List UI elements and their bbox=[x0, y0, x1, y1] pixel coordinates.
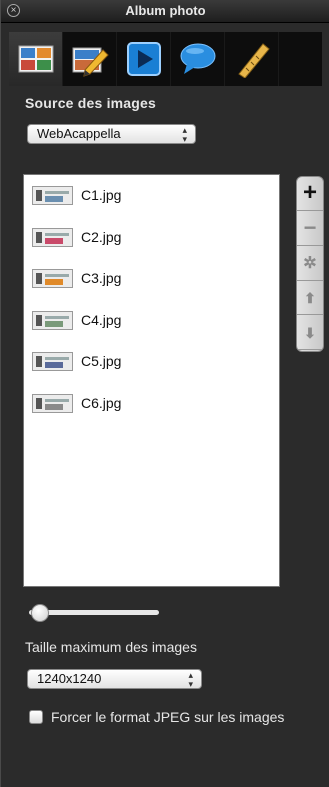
gear-icon[interactable]: ✲ bbox=[297, 247, 323, 281]
list-item[interactable]: C2.jpg bbox=[32, 227, 262, 248]
image-filename: C4.jpg bbox=[81, 311, 122, 328]
jpeg-option[interactable]: Forcer le format JPEG sur les images bbox=[29, 709, 329, 727]
image-thumbnail bbox=[32, 227, 73, 247]
size-select[interactable]: 1240x1240 ▴ ▾ bbox=[27, 669, 202, 689]
tab-images[interactable] bbox=[9, 32, 63, 86]
edit-pencil-icon bbox=[72, 47, 109, 77]
image-filename: C3.jpg bbox=[81, 270, 122, 286]
image-filename: C6.jpg bbox=[81, 394, 122, 411]
image-list[interactable]: C1.jpg C2.jpg C3.jpg C4.jpg C5.jpg C6.jpg bbox=[23, 174, 280, 587]
image-thumbnail bbox=[32, 310, 73, 330]
tab-comments[interactable] bbox=[171, 32, 225, 86]
image-thumbnail bbox=[32, 269, 73, 288]
list-item[interactable]: C4.jpg bbox=[32, 310, 262, 331]
source-select[interactable]: WebAcappella ▴ ▾ bbox=[27, 124, 196, 144]
title-bar[interactable]: × Album photo bbox=[1, 0, 329, 23]
play-icon bbox=[127, 42, 161, 76]
image-thumbnail bbox=[32, 393, 73, 413]
list-item[interactable]: C6.jpg bbox=[32, 393, 262, 414]
thumbnail-size-slider[interactable] bbox=[25, 604, 159, 622]
plus-icon[interactable]: + bbox=[297, 177, 323, 211]
tab-edit[interactable] bbox=[63, 32, 117, 86]
list-controls: + − ✲ ⬆ ⬇ bbox=[296, 176, 324, 352]
image-thumbnail bbox=[32, 352, 73, 371]
window-title: Album photo bbox=[125, 3, 206, 18]
chevron-updown-icon: ▴ ▾ bbox=[188, 670, 193, 689]
minus-icon[interactable]: − bbox=[297, 212, 323, 246]
arrow-down-icon[interactable]: ⬇ bbox=[297, 316, 323, 351]
list-item[interactable]: C1.jpg bbox=[32, 186, 262, 206]
jpeg-checkbox[interactable] bbox=[29, 710, 43, 724]
speech-bubble-icon bbox=[180, 43, 216, 74]
image-filename: C2.jpg bbox=[81, 228, 122, 245]
size-label: Taille maximum des images bbox=[25, 639, 197, 655]
arrow-up-icon[interactable]: ⬆ bbox=[297, 281, 323, 316]
source-label: Source des images bbox=[25, 95, 157, 111]
image-thumbnail bbox=[32, 186, 73, 205]
chevron-updown-icon: ▴ ▾ bbox=[182, 125, 187, 144]
list-item[interactable]: C3.jpg bbox=[32, 269, 262, 289]
list-item[interactable]: C5.jpg bbox=[32, 352, 262, 372]
tab-toolbar bbox=[9, 32, 322, 86]
slider-knob[interactable] bbox=[31, 604, 49, 622]
album-photo-panel: × Album photo Source des images WebAcapp… bbox=[0, 0, 329, 787]
jpeg-label: Forcer le format JPEG sur les images bbox=[51, 709, 285, 725]
image-filename: C1.jpg bbox=[81, 187, 122, 203]
tab-slideshow[interactable] bbox=[117, 32, 171, 86]
ruler-icon bbox=[238, 43, 270, 78]
size-select-value: 1240x1240 bbox=[37, 671, 102, 686]
image-filename: C5.jpg bbox=[81, 353, 122, 369]
images-icon bbox=[18, 45, 54, 73]
source-select-value: WebAcappella bbox=[37, 126, 121, 141]
tab-size[interactable] bbox=[225, 32, 279, 86]
